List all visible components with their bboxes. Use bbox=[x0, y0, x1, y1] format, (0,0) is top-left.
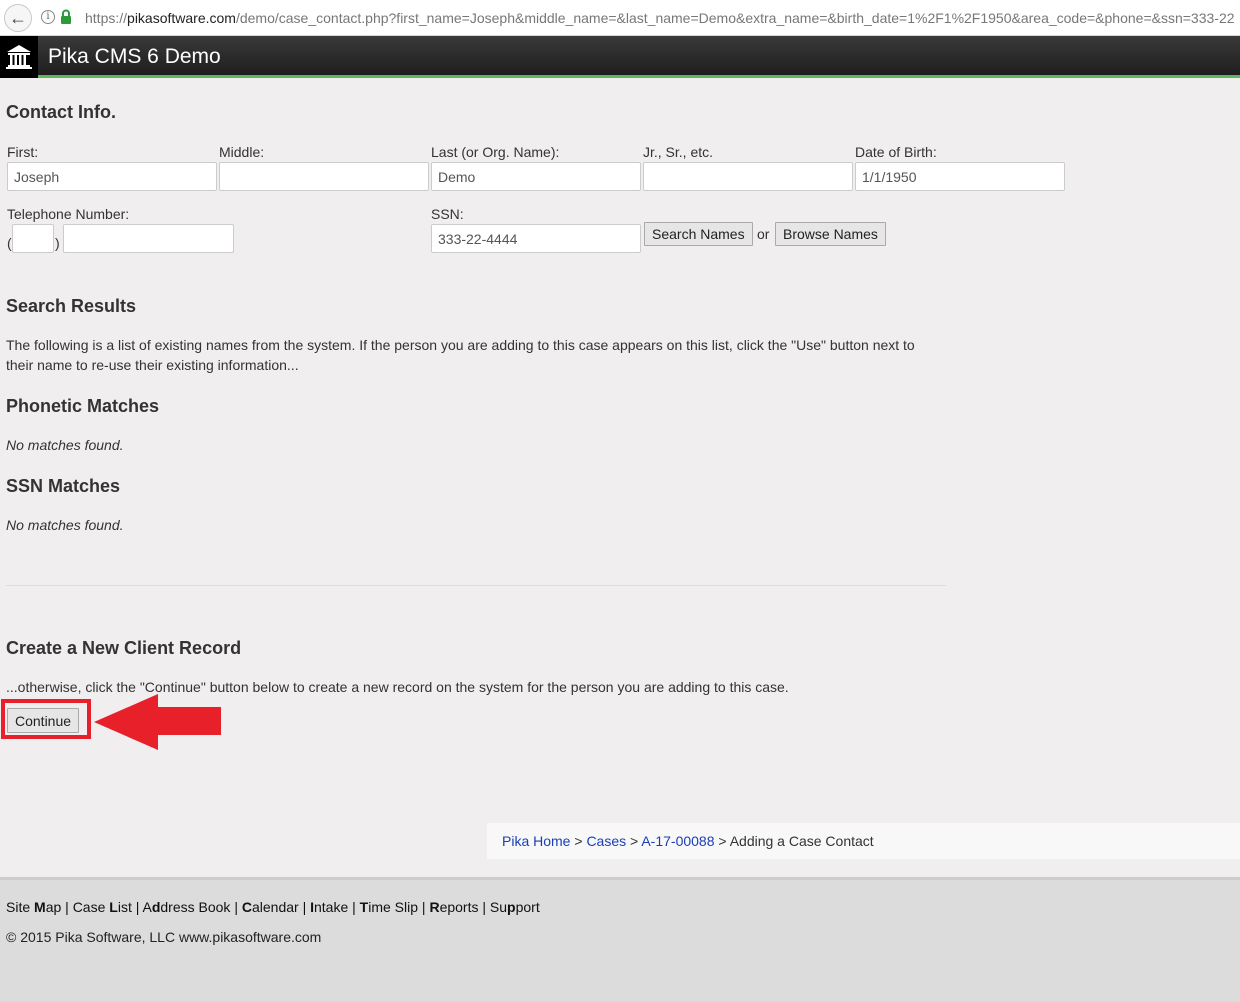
footer-link-time-slip[interactable]: Time Slip bbox=[360, 899, 418, 915]
area-code-open-paren: ( bbox=[7, 235, 12, 251]
section-divider bbox=[6, 585, 946, 586]
continue-button[interactable]: Continue bbox=[7, 708, 80, 733]
breadcrumb-separator: > bbox=[574, 833, 583, 849]
courthouse-icon bbox=[6, 45, 32, 69]
breadcrumb: Pika Home > Cases > A-17-00088 > Adding … bbox=[487, 823, 1240, 859]
phonetic-matches-heading: Phonetic Matches bbox=[6, 396, 160, 416]
suffix-input[interactable] bbox=[643, 162, 853, 191]
browse-names-button[interactable]: Browse Names bbox=[775, 222, 886, 246]
url-field[interactable]: https://pikasoftware.com/demo/case_conta… bbox=[85, 10, 1235, 26]
app-title: Pika CMS 6 Demo bbox=[48, 45, 221, 68]
search-results-description: The following is a list of existing name… bbox=[6, 335, 946, 375]
last-name-input[interactable] bbox=[431, 162, 641, 191]
url-prefix: https:// bbox=[85, 10, 128, 26]
ssn-label: SSN: bbox=[431, 206, 464, 222]
footer-link-address-book[interactable]: Address Book bbox=[142, 899, 230, 915]
info-icon[interactable]: i bbox=[41, 10, 55, 24]
phonetic-no-matches: No matches found. bbox=[6, 437, 124, 453]
red-arrow-icon bbox=[94, 694, 221, 750]
home-logo[interactable] bbox=[0, 36, 38, 78]
footer-links: Site Map | Case List | Address Book | Ca… bbox=[6, 899, 540, 915]
telephone-label: Telephone Number: bbox=[7, 206, 130, 222]
search-results-description-line-2: their name to re-use their existing info… bbox=[6, 357, 299, 373]
area-code-input[interactable] bbox=[12, 224, 54, 253]
dob-input[interactable] bbox=[855, 162, 1065, 191]
url-path: /demo/case_contact.php?first_name=Joseph… bbox=[235, 10, 1235, 26]
dob-label: Date of Birth: bbox=[855, 144, 937, 160]
footer-link-support[interactable]: Support bbox=[490, 899, 540, 915]
breadcrumb-current: Adding a Case Contact bbox=[729, 833, 874, 849]
middle-name-input[interactable] bbox=[219, 162, 429, 191]
back-arrow-icon[interactable]: ← bbox=[4, 4, 32, 32]
suffix-label: Jr., Sr., etc. bbox=[643, 144, 714, 160]
footer-link-reports[interactable]: Reports bbox=[429, 899, 478, 915]
url-host: pikasoftware.com bbox=[127, 10, 236, 26]
create-client-heading: Create a New Client Record bbox=[6, 638, 242, 658]
footer-link-intake[interactable]: Intake bbox=[310, 899, 348, 915]
search-results-description-line-1: The following is a list of existing name… bbox=[6, 337, 915, 353]
ssn-input[interactable] bbox=[431, 224, 641, 253]
browser-address-bar: ← i https://pikasoftware.com/demo/case_c… bbox=[0, 0, 1240, 36]
footer: Site Map | Case List | Address Book | Ca… bbox=[0, 877, 1240, 1002]
contact-info-heading: Contact Info. bbox=[6, 102, 116, 122]
or-text: or bbox=[757, 226, 770, 242]
area-code-close-paren: ) bbox=[55, 235, 60, 251]
middle-name-label: Middle: bbox=[219, 144, 265, 160]
footer-link-site-map[interactable]: Site Map bbox=[6, 899, 61, 915]
phone-number-input[interactable] bbox=[63, 224, 234, 253]
ssn-no-matches: No matches found. bbox=[6, 517, 124, 533]
lock-icon bbox=[61, 9, 71, 24]
app-header: Pika CMS 6 Demo bbox=[0, 36, 1240, 78]
footer-link-calendar[interactable]: Calendar bbox=[242, 899, 299, 915]
first-name-input[interactable] bbox=[7, 162, 217, 191]
breadcrumb-separator: > bbox=[630, 833, 639, 849]
breadcrumb-pika-home[interactable]: Pika Home bbox=[502, 833, 570, 849]
search-results-heading: Search Results bbox=[6, 296, 137, 316]
search-names-button[interactable]: Search Names bbox=[644, 222, 753, 246]
create-client-description: ...otherwise, click the "Continue" butto… bbox=[6, 679, 789, 695]
first-name-label: First: bbox=[7, 144, 39, 160]
breadcrumb-cases[interactable]: Cases bbox=[586, 833, 626, 849]
breadcrumb-case-number[interactable]: A-17-00088 bbox=[641, 833, 714, 849]
last-name-label: Last (or Org. Name): bbox=[431, 144, 560, 160]
copyright-text: © 2015 Pika Software, LLC www.pikasoftwa… bbox=[6, 929, 322, 945]
footer-link-case-list[interactable]: Case List bbox=[73, 899, 132, 915]
breadcrumb-separator: > bbox=[718, 833, 727, 849]
ssn-matches-heading: SSN Matches bbox=[6, 476, 121, 496]
